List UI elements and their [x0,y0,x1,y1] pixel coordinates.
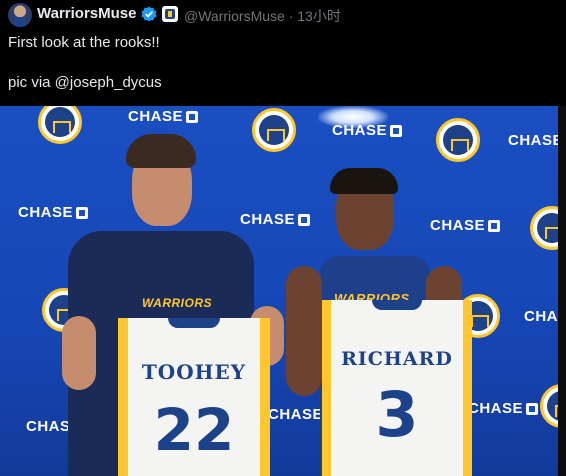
timestamp[interactable]: 13小时 [297,8,341,24]
chase-logo: CHASE [332,122,403,139]
warriors-logo-icon [252,108,296,152]
player-right-hair [330,168,398,194]
handle-and-time[interactable]: @WarriorsMuse · 13小时 [184,6,341,26]
jersey-name: RICHARD [341,348,453,370]
jersey-number: 22 [153,396,235,464]
warriors-logo-icon [38,106,82,144]
jersey-richard: RICHARD 3 [322,300,472,476]
jersey-number: 3 [375,378,419,451]
display-name[interactable]: WarriorsMuse [37,5,136,22]
jersey-toohey: TOOHEY 22 [118,318,270,476]
player-left-hair [126,134,196,168]
chase-logo: CHASE [18,204,89,221]
warriors-logo-icon [436,118,480,162]
verified-badge-icon [141,6,157,22]
player-right-arm [286,266,322,396]
chase-logo: CHASE [240,211,311,228]
warriors-logo-icon [540,384,558,428]
shirt-print: WARRIORS [142,296,212,310]
chase-logo: CHASE [128,108,199,125]
jersey-name: TOOHEY [141,360,247,384]
tweet-text: First look at the rooks!! pic via @josep… [8,34,162,91]
tweet-header: WarriorsMuse @WarriorsMuse · 13小时 First … [0,0,566,106]
chase-logo: CHASE [508,132,558,149]
tweet-photo[interactable]: CHASE CHASE CHASE CHASE CHASE CHASE CHAS… [0,106,558,476]
chase-logo: CHASE [524,308,558,325]
avatar[interactable] [8,3,32,27]
chase-logo: CHASE [468,400,539,417]
player-left-arm [62,316,96,390]
separator: · [288,8,294,24]
scrollbar[interactable] [558,106,566,476]
affiliate-badge-icon[interactable] [162,6,178,22]
handle[interactable]: @WarriorsMuse [184,8,285,24]
chase-logo: CHASE [430,217,501,234]
warriors-logo-icon [530,206,558,250]
